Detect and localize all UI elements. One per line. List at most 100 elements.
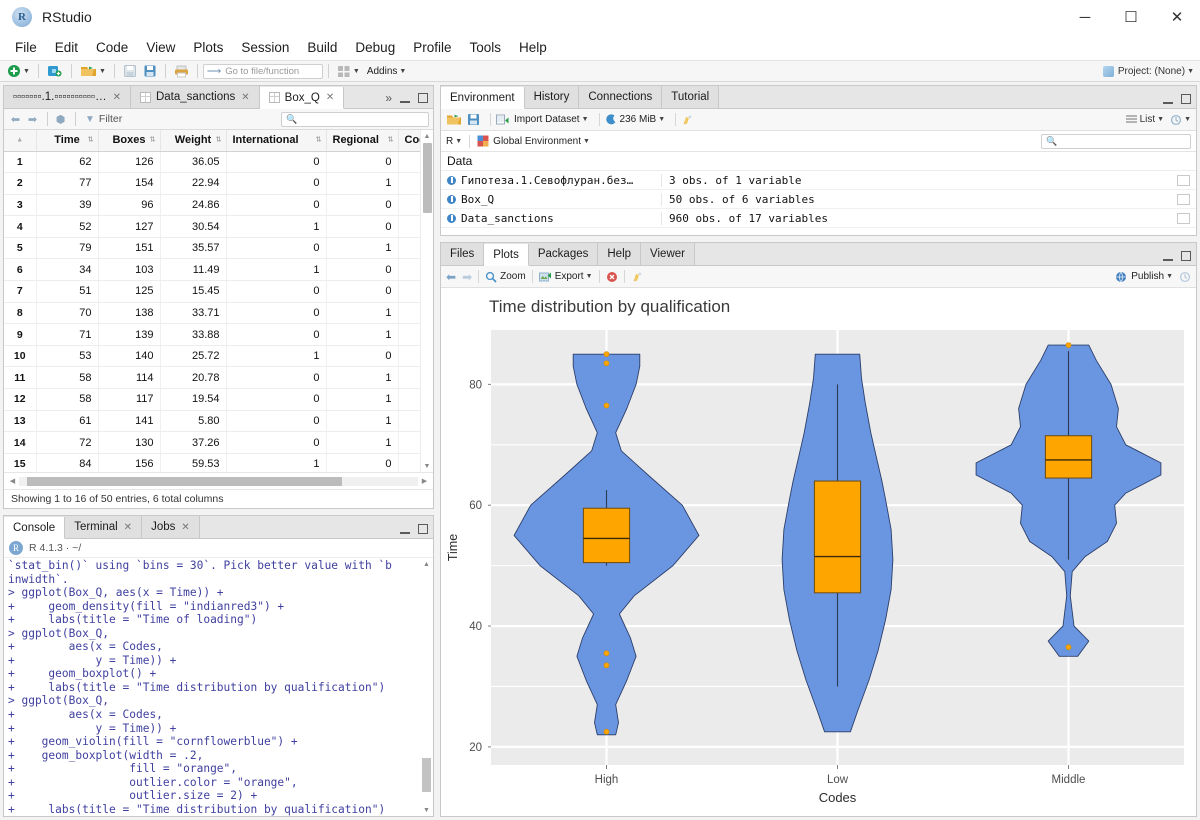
table-row[interactable]: 11 58 114 20.78 0 1 — [4, 366, 429, 390]
menu-item-view[interactable]: View — [137, 37, 184, 58]
th-boxes[interactable]: Boxes ⇅ — [98, 130, 161, 152]
back-arrow-icon[interactable]: ⬅ — [8, 112, 23, 126]
clear-workspace-button[interactable] — [681, 113, 694, 126]
addins-button[interactable]: Addins — [367, 66, 398, 77]
table-row[interactable]: 13 61 141 5.80 0 1 — [4, 410, 429, 433]
tab-viewer[interactable]: Viewer — [641, 243, 695, 265]
maximize-pane-icon[interactable] — [417, 92, 429, 104]
th-regional[interactable]: Regional ⇅ — [326, 130, 399, 152]
environment-search-input[interactable]: 🔍 — [1041, 133, 1191, 149]
th-international[interactable]: International ⇅ — [226, 130, 327, 152]
expand-icon[interactable] — [447, 213, 456, 223]
table-row[interactable]: 10 53 140 25.72 1 0 — [4, 345, 429, 368]
goto-file-function-input[interactable]: ⟶ Go to file/function — [202, 63, 323, 79]
menu-item-session[interactable]: Session — [232, 37, 298, 58]
table-row[interactable]: 2 77 154 22.94 0 1 — [4, 172, 429, 195]
tab-environment[interactable]: Environment — [441, 87, 525, 109]
env-object-row[interactable]: Box_Q 50 obs. of 6 variables — [441, 190, 1196, 209]
maximize-button[interactable]: ☐ — [1108, 0, 1154, 34]
close-icon[interactable]: ✕ — [113, 92, 121, 103]
menu-item-edit[interactable]: Edit — [46, 37, 87, 58]
close-icon-3[interactable]: ✕ — [326, 92, 334, 103]
tab-packages[interactable]: Packages — [528, 243, 599, 265]
menu-item-profile[interactable]: Profile — [404, 37, 460, 58]
menu-item-debug[interactable]: Debug — [346, 37, 404, 58]
plot-refresh-button[interactable] — [1179, 271, 1191, 283]
scrollbar-thumb[interactable] — [423, 143, 432, 213]
open-file-button[interactable]: ▼ — [77, 62, 109, 80]
minimize-pane-icon[interactable] — [399, 93, 411, 104]
grid-search-input[interactable]: 🔍 — [281, 111, 429, 127]
new-file-button[interactable]: ▼ — [4, 62, 33, 80]
filter-button[interactable]: ▼ Filter — [85, 113, 122, 125]
th-time[interactable]: Time ⇅ — [36, 130, 99, 152]
menu-item-build[interactable]: Build — [298, 37, 346, 58]
env-object-row[interactable]: Data_sanctions 960 obs. of 17 variables — [441, 209, 1196, 228]
expand-icon[interactable] — [447, 175, 456, 185]
plot-zoom-button[interactable]: Zoom — [485, 271, 526, 283]
project-indicator[interactable]: Project: (None) ▼ — [1102, 65, 1194, 77]
console-scrollbar-thumb[interactable] — [422, 758, 431, 792]
plot-next-button[interactable]: ➡ — [462, 270, 472, 284]
scroll-right-icon[interactable]: ▶ — [418, 477, 431, 485]
table-row[interactable]: 12 58 117 19.54 0 1 — [4, 388, 429, 411]
view-data-icon[interactable] — [1177, 193, 1190, 205]
minimize-pane-icon-console[interactable] — [399, 524, 411, 535]
data-grid[interactable]: ▲ Time ⇅ Boxes ⇅ Weight ⇅ International ⇅ Re… — [4, 130, 433, 472]
maximize-pane-icon-console[interactable] — [417, 524, 429, 535]
table-row[interactable]: 4 52 127 30.54 1 0 — [4, 215, 429, 238]
console-scrollbar[interactable]: ▲ ▼ — [420, 558, 433, 816]
close-button[interactable]: ✕ — [1154, 0, 1200, 34]
print-button[interactable] — [171, 62, 192, 80]
workspace-panes-button[interactable]: ▼ — [334, 62, 363, 80]
table-row[interactable]: 7 51 125 15.45 0 0 — [4, 280, 429, 303]
tab-history[interactable]: History — [524, 86, 580, 108]
table-row[interactable]: 5 79 151 35.57 0 1 — [4, 237, 429, 260]
view-data-icon[interactable] — [1177, 212, 1190, 224]
plot-clear-all-button[interactable] — [631, 270, 644, 283]
scroll-down-icon[interactable]: ▼ — [421, 460, 433, 472]
hscroll-thumb[interactable] — [26, 476, 343, 486]
tab-tutorial[interactable]: Tutorial — [662, 86, 720, 108]
plot-canvas[interactable]: Time distribution by qualification 20 40 60… — [441, 288, 1196, 816]
save-all-button[interactable] — [140, 62, 160, 80]
plot-previous-button[interactable]: ⬅ — [446, 270, 456, 284]
console-scroll-up-icon[interactable]: ▲ — [420, 558, 433, 570]
view-data-icon[interactable] — [1177, 174, 1190, 186]
save-button[interactable] — [120, 62, 140, 80]
table-row[interactable]: 14 72 130 37.26 0 1 — [4, 431, 429, 454]
menu-item-help[interactable]: Help — [510, 37, 556, 58]
menu-item-code[interactable]: Code — [87, 37, 137, 58]
tab-terminal[interactable]: Terminal ✕ — [65, 516, 143, 538]
tab-jobs[interactable]: Jobs ✕ — [142, 516, 200, 538]
th-weight[interactable]: Weight ⇅ — [160, 130, 227, 152]
grid-horizontal-scrollbar[interactable]: ◀ ▶ — [4, 472, 433, 489]
minimize-button[interactable]: ─ — [1062, 0, 1108, 34]
refresh-button[interactable]: ▼ — [1170, 114, 1191, 126]
table-row[interactable]: 3 39 96 24.86 0 0 — [4, 194, 429, 217]
new-project-button[interactable] — [44, 62, 66, 80]
hscroll-track[interactable] — [19, 476, 418, 486]
load-workspace-button[interactable] — [446, 113, 462, 126]
menu-item-file[interactable]: File — [6, 37, 46, 58]
popout-icon[interactable]: ⬢ — [53, 112, 68, 126]
close-icon-terminal[interactable]: ✕ — [124, 522, 132, 533]
save-workspace-button[interactable] — [467, 113, 480, 126]
minimize-pane-icon-plots[interactable] — [1162, 251, 1174, 262]
tab-console[interactable]: Console — [4, 517, 66, 539]
chevron-down-icon-addins[interactable]: ▼ — [399, 68, 406, 75]
tab-plots[interactable]: Plots — [484, 244, 529, 266]
tab-files[interactable]: Files — [441, 243, 485, 265]
menu-item-tools[interactable]: Tools — [460, 37, 510, 58]
grid-vertical-scrollbar[interactable]: ▲ ▼ — [420, 130, 433, 472]
language-selector[interactable]: R ▼ — [446, 136, 462, 147]
scroll-left-icon[interactable]: ◀ — [6, 477, 19, 485]
scroll-up-icon[interactable]: ▲ — [421, 130, 433, 142]
console-scroll-down-icon[interactable]: ▼ — [420, 804, 433, 816]
source-tab-data-sanctions[interactable]: Data_sanctions ✕ — [130, 86, 260, 108]
source-tab-box-q[interactable]: Box_Q ✕ — [259, 87, 345, 109]
tab-connections[interactable]: Connections — [579, 86, 663, 108]
close-icon-jobs[interactable]: ✕ — [181, 522, 189, 533]
maximize-pane-icon-plots[interactable] — [1180, 251, 1192, 262]
menu-item-plots[interactable]: Plots — [184, 37, 232, 58]
